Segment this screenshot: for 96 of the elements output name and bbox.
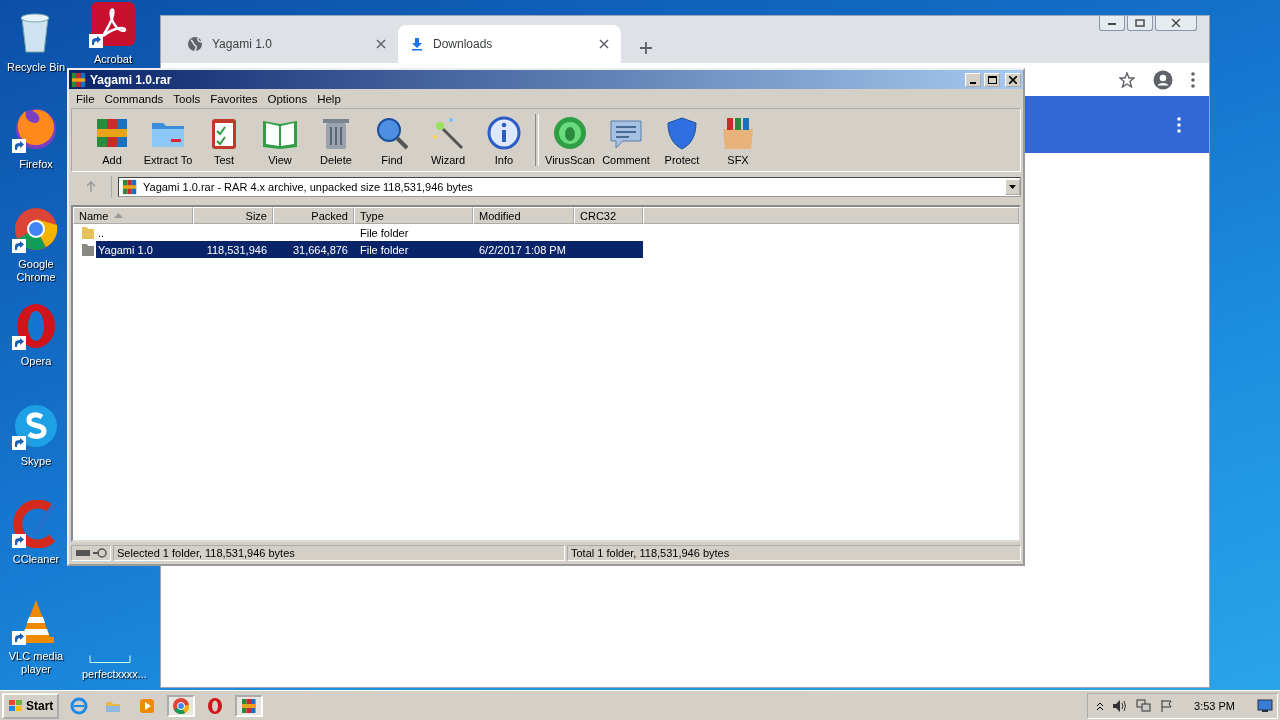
column-header[interactable]: Name: [73, 207, 193, 224]
winrar-icon: [240, 696, 259, 715]
chrome-icon: [172, 696, 191, 715]
caret-icon: [1009, 185, 1016, 189]
toolbar-button[interactable]: Protect: [654, 110, 710, 170]
chevron-up-icon[interactable]: [1096, 700, 1105, 711]
file-name[interactable]: Yagami 1.0: [96, 241, 193, 258]
table-cell: File folder: [354, 241, 473, 258]
toolbar-button[interactable]: VirusScan: [542, 110, 598, 170]
column-header[interactable]: Packed: [273, 207, 354, 224]
menu-item[interactable]: Options: [262, 92, 313, 105]
close-icon: [1009, 75, 1017, 84]
flag-icon[interactable]: [1160, 698, 1175, 713]
column-header[interactable]: Type: [354, 207, 473, 224]
toolbar-button[interactable]: Wizard: [420, 110, 476, 170]
browser-tab[interactable]: Yagami 1.0: [175, 25, 398, 63]
archive-icon: [122, 179, 138, 195]
media-icon: [138, 696, 157, 715]
file-outline-icon: [89, 655, 131, 663]
dropdown-button[interactable]: [1005, 179, 1020, 195]
toolbar-button[interactable]: Test: [196, 110, 252, 170]
taskbar-app-button[interactable]: [167, 694, 196, 717]
toolbar-button[interactable]: Extract To: [140, 110, 196, 170]
network-icon[interactable]: [1136, 698, 1153, 713]
desktop-icon-label: Acrobat: [94, 53, 132, 66]
menu-item[interactable]: Help: [312, 92, 346, 105]
download-icon: [410, 37, 424, 51]
taskbar-app-button[interactable]: [235, 694, 264, 717]
account-icon[interactable]: [1153, 69, 1173, 90]
table-cell: 31,664,876: [273, 241, 354, 258]
desktop-icon-label: VLC media player: [7, 650, 65, 676]
toolbar-button[interactable]: Find: [364, 110, 420, 170]
skype-icon: [12, 402, 60, 450]
toolbar-button[interactable]: Add: [84, 110, 140, 170]
windows-logo-icon: [8, 698, 24, 713]
clock[interactable]: 3:53 PM: [1194, 699, 1235, 712]
table-cell: 118,531,946: [193, 241, 273, 258]
menu-item[interactable]: Tools: [168, 92, 206, 105]
virusscan-icon: [551, 114, 589, 151]
toolbar-button[interactable]: View: [252, 110, 308, 170]
new-tab-icon[interactable]: [639, 41, 653, 55]
desktop-icon-label: Google Chrome: [15, 258, 57, 284]
show-desktop-icon[interactable]: [1257, 698, 1273, 713]
close-icon[interactable]: [376, 39, 386, 49]
sort-arrow-icon: [114, 213, 124, 218]
path-field[interactable]: Yagami 1.0.rar - RAR 4.x archive, unpacked size 118,531,946 bytes: [118, 177, 1021, 197]
desktop-icon-label: Firefox: [19, 158, 53, 171]
desktop-icon-label: CCleaner: [12, 553, 60, 566]
table-cell: 6/2/2017 1:08 PM: [473, 241, 643, 258]
up-arrow-icon: [85, 181, 97, 193]
maximize-icon: [987, 75, 997, 84]
minimize-icon: [970, 81, 976, 84]
table-cell-text: File folder: [359, 225, 410, 241]
tab-title: Yagami 1.0: [212, 37, 273, 51]
chrome-icon: [12, 205, 60, 253]
restore-button[interactable]: [1127, 16, 1153, 31]
globe-icon: [187, 36, 203, 52]
toolbar-button[interactable]: Comment: [598, 110, 654, 170]
folder-icon: [81, 225, 95, 240]
archive-app-icon: [71, 71, 87, 88]
close-icon[interactable]: [599, 39, 609, 49]
menu-item[interactable]: Commands: [99, 92, 169, 105]
toolbar-button[interactable]: SFX: [710, 110, 766, 170]
acrobat-icon: [89, 0, 137, 48]
menu-item[interactable]: File: [71, 92, 100, 105]
close-button[interactable]: [1155, 16, 1197, 31]
window-title: Yagami 1.0.rar: [90, 72, 173, 87]
ie-icon: [70, 696, 89, 715]
close-icon: [1171, 19, 1181, 27]
status-text: Selected 1 folder, 118,531,946 bytes: [113, 545, 565, 561]
file-name[interactable]: ..: [96, 224, 193, 241]
menu-icon[interactable]: [1191, 71, 1195, 88]
status-text: Total 1 folder, 118,531,946 bytes: [567, 545, 1021, 561]
column-header[interactable]: Modified: [473, 207, 574, 224]
start-button[interactable]: Start: [2, 692, 60, 719]
desktop-icon-label: perfectxxxx...: [82, 668, 144, 681]
restore-icon: [1135, 19, 1145, 27]
browser-tab[interactable]: Downloads: [398, 25, 621, 63]
speaker-icon[interactable]: [1112, 698, 1129, 713]
desktop-icon-label: Skype: [20, 455, 52, 468]
maximize-button[interactable]: [984, 72, 1000, 87]
desktop-icon-label: Recycle Bin: [6, 61, 66, 74]
bookmark-star-icon[interactable]: [1119, 71, 1135, 88]
column-header[interactable]: CRC32: [574, 207, 643, 224]
minimize-button[interactable]: [1099, 16, 1125, 31]
info-icon: [485, 114, 523, 151]
menu-icon[interactable]: [1177, 116, 1181, 133]
toolbar-button[interactable]: Delete: [308, 110, 364, 170]
desktop-icon-label: Opera: [20, 355, 52, 368]
menu-item[interactable]: Favorites: [205, 92, 263, 105]
minimize-icon: [1107, 20, 1117, 26]
drive-icon: [75, 548, 109, 558]
column-header[interactable]: Size: [193, 207, 273, 224]
tab-title: Downloads: [433, 37, 494, 51]
toolbar-button[interactable]: Info: [476, 110, 532, 170]
opera-icon: [206, 696, 225, 715]
